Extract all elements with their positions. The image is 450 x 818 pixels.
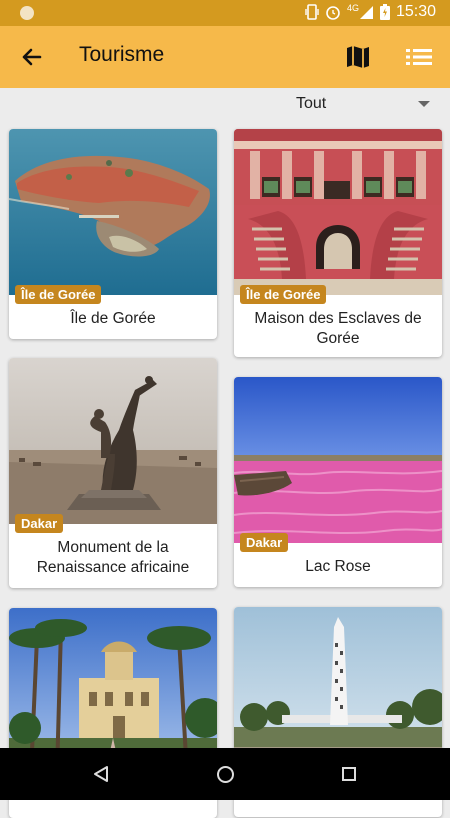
network-type: 4G (346, 3, 359, 13)
status-bar: 4G 15:30 (0, 0, 450, 26)
region-badge: Île de Gorée (240, 285, 327, 304)
clock: 15:30 (395, 3, 436, 20)
filter-selected-value: Tout (296, 95, 327, 112)
category-filter[interactable]: Tout (0, 88, 450, 124)
place-photo (234, 129, 442, 295)
signal-icon (359, 6, 373, 19)
place-name: Lac Rose (305, 558, 371, 575)
vibrate-icon (305, 4, 319, 20)
nav-home-icon[interactable] (217, 766, 234, 783)
nav-recents-icon[interactable] (342, 767, 356, 781)
place-card-maison-des-esclaves[interactable]: Île de Gorée Maison des Esclaves de Goré… (234, 129, 442, 357)
page-title: Tourisme (79, 43, 165, 66)
place-photo (9, 358, 217, 524)
back-arrow-icon[interactable] (18, 43, 46, 71)
nav-back-icon[interactable] (93, 765, 109, 783)
place-photo (234, 377, 442, 543)
alarm-icon (326, 6, 340, 20)
notification-icon (20, 6, 34, 20)
place-card-lac-rose[interactable]: Dakar Lac Rose (234, 377, 442, 587)
region-badge: Île de Gorée (15, 285, 102, 304)
map-icon[interactable] (344, 43, 372, 71)
place-card-ile-de-goree[interactable]: Île de Gorée Île de Gorée (9, 129, 217, 339)
app-bar: Tourisme (0, 26, 450, 88)
place-name: Monument de la Renaissance africaine (36, 539, 190, 576)
place-name: Île de Gorée (70, 310, 156, 327)
system-nav-bar (0, 748, 450, 800)
battery-icon (379, 4, 390, 20)
status-icons: 4G 15:30 (305, 3, 436, 21)
region-badge: Dakar (240, 533, 289, 552)
region-badge: Dakar (15, 514, 64, 533)
list-view-icon[interactable] (404, 44, 434, 70)
dropdown-caret-icon (418, 101, 430, 107)
place-photo (9, 129, 217, 295)
place-name: Maison des Esclaves de Gorée (254, 310, 422, 347)
place-card-monument-renaissance[interactable]: Dakar Monument de la Renaissance africai… (9, 358, 217, 588)
